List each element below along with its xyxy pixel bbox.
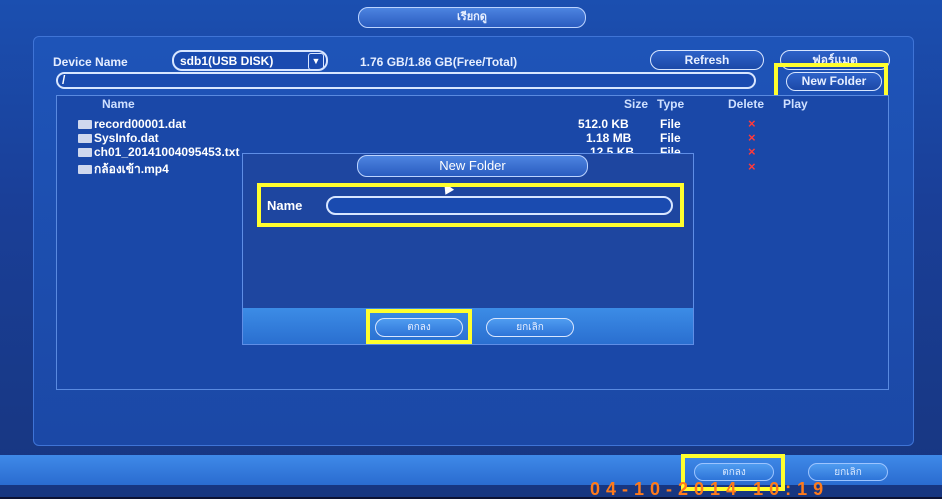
dialog-cancel-button[interactable]: ยกเลิก xyxy=(486,318,574,337)
file-type: File xyxy=(660,131,681,145)
file-icon xyxy=(78,120,92,130)
clock-overlay: 04-10-2014 10:19 xyxy=(590,479,830,499)
delete-icon[interactable]: × xyxy=(748,130,756,145)
delete-icon[interactable]: × xyxy=(748,116,756,131)
file-icon xyxy=(78,134,92,144)
file-icon xyxy=(78,148,92,158)
window-title: เรียกดู xyxy=(358,7,586,28)
folder-name-input[interactable] xyxy=(326,196,673,215)
dialog-name-label: Name xyxy=(267,198,303,213)
file-name: กล้องเข้า.mp4 xyxy=(94,162,169,176)
file-size: 512.0 KB xyxy=(578,117,629,131)
file-row[interactable]: ch01_20141004095453.txt xyxy=(78,145,240,159)
file-icon xyxy=(78,165,92,175)
file-size: 1.18 MB xyxy=(586,131,632,145)
file-row[interactable]: SysInfo.dat xyxy=(78,131,159,145)
dvr-screen: เรียกดู Device Name sdb1(USB DISK) ▼ 1.7… xyxy=(0,0,942,499)
path-input[interactable]: / xyxy=(56,72,756,89)
file-row[interactable]: record00001.dat xyxy=(78,117,187,131)
header-type: Type xyxy=(657,97,685,111)
delete-icon[interactable]: × xyxy=(748,144,756,159)
device-select-value: sdb1(USB DISK) xyxy=(180,54,274,68)
refresh-button[interactable]: Refresh xyxy=(650,50,764,70)
dialog-footer xyxy=(243,308,693,344)
header-size: Size xyxy=(624,97,649,111)
capacity-text: 1.76 GB/1.86 GB(Free/Total) xyxy=(360,55,518,69)
header-name: Name xyxy=(102,97,135,111)
device-name-label: Device Name xyxy=(53,55,128,69)
header-delete: Delete xyxy=(728,97,765,111)
path-value: / xyxy=(62,73,66,87)
header-play: Play xyxy=(783,97,808,111)
device-select[interactable]: sdb1(USB DISK) ▼ xyxy=(172,50,328,71)
file-name: record00001.dat xyxy=(94,117,187,131)
file-name: SysInfo.dat xyxy=(94,131,159,145)
format-button[interactable]: ฟอร์แมต xyxy=(780,50,890,70)
dialog-title: New Folder xyxy=(357,155,588,177)
file-row[interactable]: กล้องเข้า.mp4 xyxy=(78,160,169,176)
dialog-ok-button[interactable]: ตกลง xyxy=(375,318,463,337)
file-type: File xyxy=(660,117,681,131)
file-name: ch01_20141004095453.txt xyxy=(94,145,240,159)
chevron-down-icon[interactable]: ▼ xyxy=(308,53,324,70)
new-folder-button[interactable]: New Folder xyxy=(786,72,882,91)
delete-icon[interactable]: × xyxy=(748,159,756,174)
